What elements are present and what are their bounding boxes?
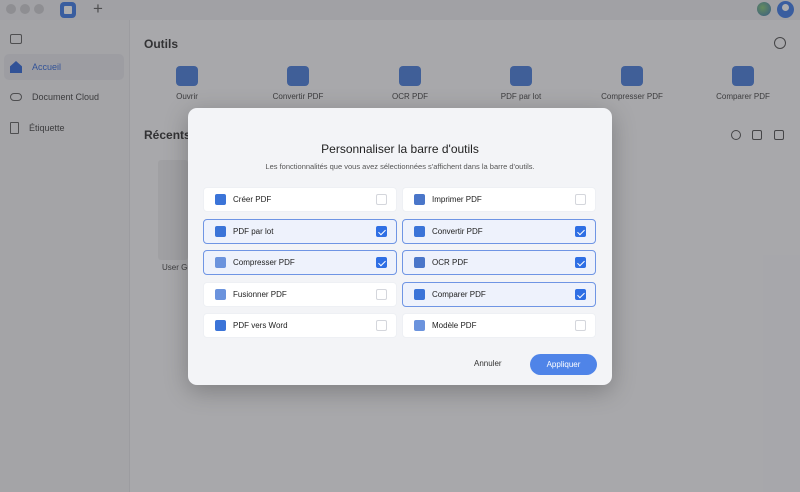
convert-icon <box>414 226 425 237</box>
ocr-icon <box>414 257 425 268</box>
option-label: PDF par lot <box>233 227 274 236</box>
option-checkbox[interactable] <box>376 226 387 237</box>
option-checkbox[interactable] <box>376 289 387 300</box>
cancel-button[interactable]: Annuler <box>474 359 502 368</box>
dialog-title: Personnaliser la barre d'outils <box>321 142 479 156</box>
option-label: Comparer PDF <box>432 290 486 299</box>
dialog-subtitle: Les fonctionnalités que vous avez sélect… <box>265 162 535 171</box>
option-label: Compresser PDF <box>233 258 295 267</box>
option-template[interactable]: Modèle PDF <box>402 313 596 338</box>
print-icon <box>414 194 425 205</box>
merge-icon <box>215 289 226 300</box>
option-label: Fusionner PDF <box>233 290 287 299</box>
option-compare[interactable]: Comparer PDF <box>402 282 596 307</box>
option-print[interactable]: Imprimer PDF <box>402 187 596 212</box>
option-batch[interactable]: PDF par lot <box>203 219 397 244</box>
create-pdf-icon <box>215 194 226 205</box>
apply-button[interactable]: Appliquer <box>530 354 597 375</box>
customize-toolbar-dialog: Personnaliser la barre d'outils Les fonc… <box>188 108 612 385</box>
batch-icon <box>215 226 226 237</box>
option-checkbox[interactable] <box>575 289 586 300</box>
option-checkbox[interactable] <box>575 226 586 237</box>
option-checkbox[interactable] <box>376 194 387 205</box>
compress-icon <box>215 257 226 268</box>
option-label: PDF vers Word <box>233 321 288 330</box>
option-checkbox[interactable] <box>376 320 387 331</box>
option-label: Modèle PDF <box>432 321 477 330</box>
option-checkbox[interactable] <box>575 320 586 331</box>
option-merge[interactable]: Fusionner PDF <box>203 282 397 307</box>
option-label: Convertir PDF <box>432 227 483 236</box>
option-label: Imprimer PDF <box>432 195 482 204</box>
word-icon <box>215 320 226 331</box>
option-ocr[interactable]: OCR PDF <box>402 250 596 275</box>
option-checkbox[interactable] <box>575 257 586 268</box>
option-checkbox[interactable] <box>376 257 387 268</box>
compare-icon <box>414 289 425 300</box>
option-create-pdf[interactable]: Créer PDF <box>203 187 397 212</box>
option-word[interactable]: PDF vers Word <box>203 313 397 338</box>
option-label: OCR PDF <box>432 258 468 267</box>
option-checkbox[interactable] <box>575 194 586 205</box>
option-convert[interactable]: Convertir PDF <box>402 219 596 244</box>
option-label: Créer PDF <box>233 195 272 204</box>
template-icon <box>414 320 425 331</box>
option-compress[interactable]: Compresser PDF <box>203 250 397 275</box>
